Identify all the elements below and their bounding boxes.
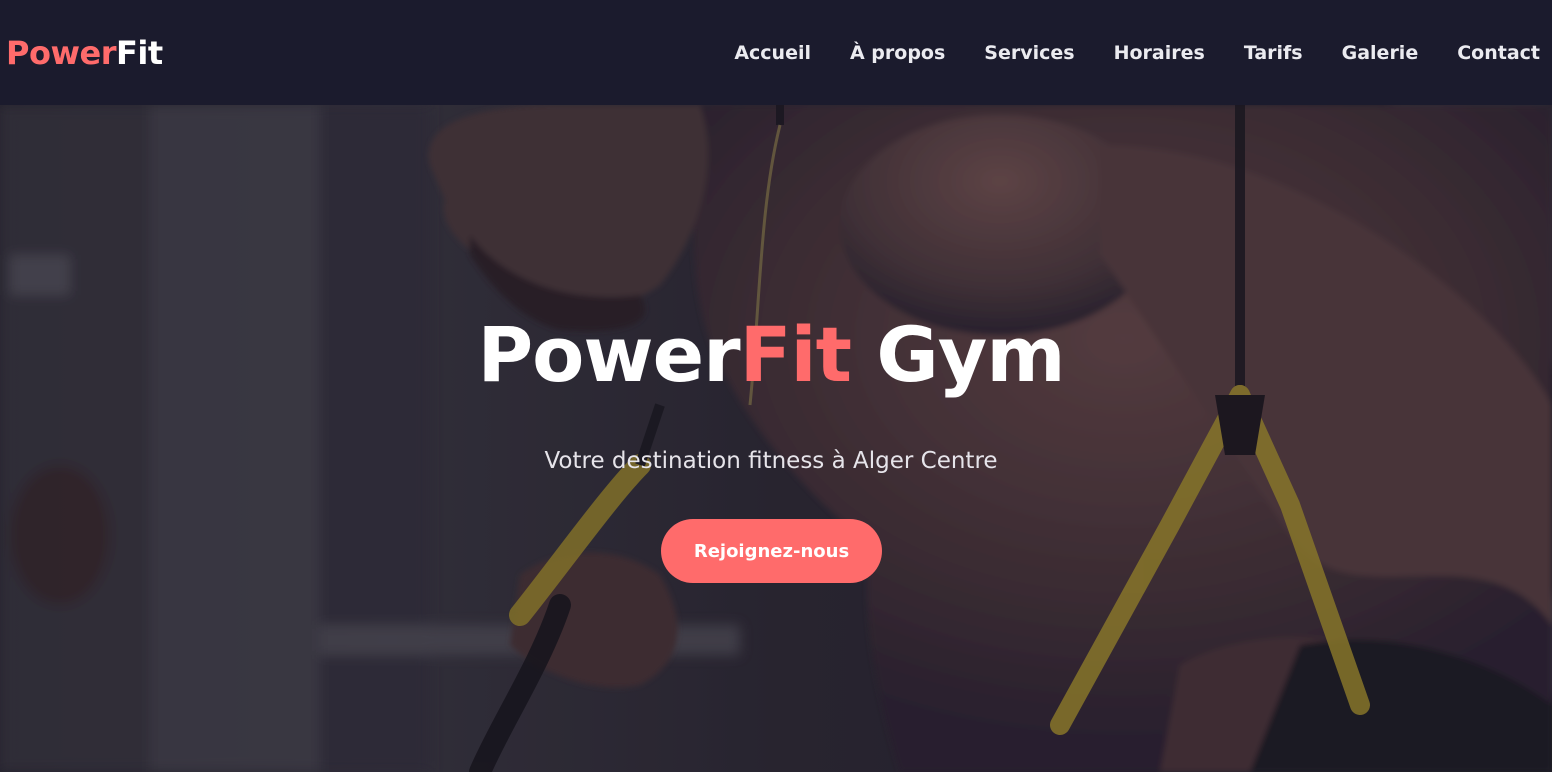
hero-title-power: Power xyxy=(477,310,740,399)
hero-title: PowerFit Gym xyxy=(0,305,1552,405)
hero-subtitle: Votre destination fitness à Alger Centre xyxy=(544,448,998,474)
hero-section: PowerFit Gym Votre destination fitness à… xyxy=(0,105,1552,772)
logo-part-fit: Fit xyxy=(115,34,163,72)
logo-part-power: Power xyxy=(6,34,116,72)
nav-link-galerie[interactable]: Galerie xyxy=(1342,38,1419,68)
hero-dark-overlay xyxy=(0,105,1552,772)
nav-link-contact[interactable]: Contact xyxy=(1457,38,1540,68)
nav-link-a-propos[interactable]: À propos xyxy=(850,38,945,68)
navbar: PowerFit Accueil À propos Services Horai… xyxy=(0,0,1552,105)
nav-menu: Accueil À propos Services Horaires Tarif… xyxy=(695,38,1540,68)
nav-link-tarifs[interactable]: Tarifs xyxy=(1244,38,1303,68)
brand-logo[interactable]: PowerFit xyxy=(6,30,163,76)
nav-link-horaires[interactable]: Horaires xyxy=(1114,38,1205,68)
nav-link-services[interactable]: Services xyxy=(984,38,1074,68)
hero-title-fit: Fit xyxy=(739,310,852,399)
join-us-button[interactable]: Rejoignez-nous xyxy=(661,519,882,583)
nav-link-accueil[interactable]: Accueil xyxy=(734,38,811,68)
hero-title-gym: Gym xyxy=(850,310,1065,399)
